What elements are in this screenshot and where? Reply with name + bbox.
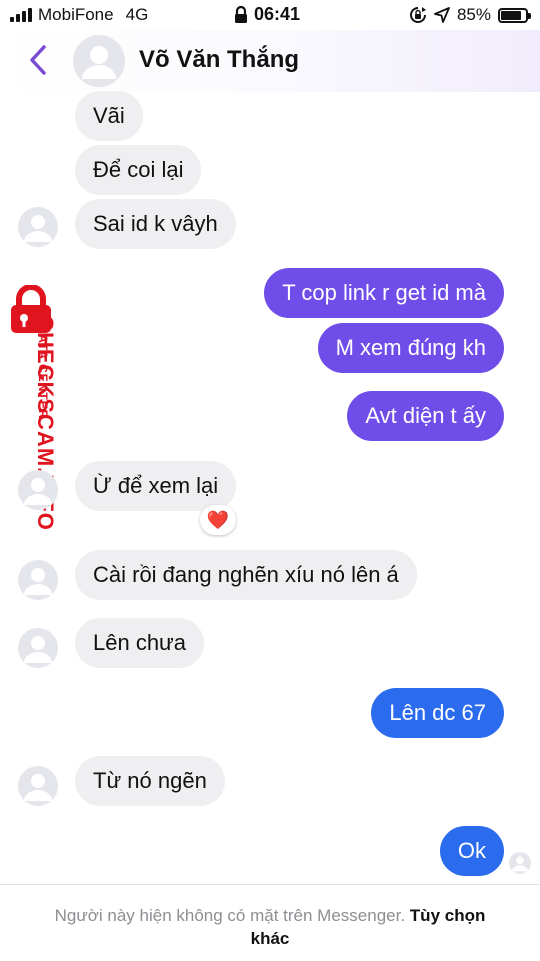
message-bubble-outgoing[interactable]: T cop link r get id mà xyxy=(264,268,504,318)
screen-rotation-lock-icon xyxy=(409,7,426,23)
message-bubble-incoming[interactable]: Vãi xyxy=(75,91,143,141)
message-bubble-outgoing[interactable]: Ok xyxy=(439,826,504,876)
battery-icon xyxy=(498,7,531,23)
signal-icon xyxy=(10,8,32,22)
message-bubble-outgoing[interactable]: Lên dc 67 xyxy=(371,688,504,738)
message-bubble-incoming[interactable]: Để coi lại xyxy=(75,145,202,195)
footer-bar: Người này hiện không có mặt trên Messeng… xyxy=(0,884,540,961)
heart-reaction-icon[interactable]: ❤️ xyxy=(200,505,236,535)
footer-notice: Người này hiện không có mặt trên Messeng… xyxy=(35,904,505,950)
sender-avatar[interactable] xyxy=(18,207,58,247)
message-bubble-incoming[interactable]: Từ nó ngẽn xyxy=(75,756,225,806)
message-bubble-incoming[interactable]: Sai id k vâyh xyxy=(75,199,236,249)
chevron-left-icon[interactable] xyxy=(22,42,54,78)
sender-avatar[interactable] xyxy=(18,470,58,510)
message-bubble-outgoing[interactable]: Avt diện t ấy xyxy=(347,391,504,441)
battery-percent: 85% xyxy=(456,5,491,24)
message-bubble-incoming[interactable]: Cài rồi đang nghẽn xíu nó lên á xyxy=(75,550,417,600)
status-right: 85% xyxy=(409,5,531,25)
lock-icon xyxy=(235,5,247,23)
conversation-header: Võ Văn Thắng xyxy=(0,30,540,92)
sender-avatar[interactable] xyxy=(18,628,58,668)
sender-avatar[interactable] xyxy=(18,766,58,806)
message-bubble-incoming[interactable]: Lên chưa xyxy=(75,618,205,668)
contact-avatar[interactable] xyxy=(73,35,125,87)
clock: 06:41 xyxy=(254,4,301,24)
seen-avatar xyxy=(509,852,531,874)
sender-avatar[interactable] xyxy=(18,560,58,600)
carrier-name: MobiFone xyxy=(38,5,114,24)
watermark: CHECKSCAM.INFO DATA CENTER xyxy=(0,285,60,555)
message-bubble-outgoing[interactable]: M xem đúng kh xyxy=(317,323,504,373)
location-arrow-icon xyxy=(434,7,450,23)
footer-status-text: Người này hiện không có mặt trên Messeng… xyxy=(54,906,406,925)
status-left: MobiFone 4G xyxy=(10,5,148,25)
network-type: 4G xyxy=(125,5,149,24)
watermark-subtitle: DATA CENTER xyxy=(36,324,50,420)
message-bubble-incoming[interactable]: Ừ để xem lại xyxy=(75,461,237,511)
status-center: 06:41 xyxy=(234,4,300,25)
contact-name[interactable]: Võ Văn Thắng xyxy=(139,46,299,74)
status-bar: MobiFone 4G 06:41 85% xyxy=(0,0,540,30)
